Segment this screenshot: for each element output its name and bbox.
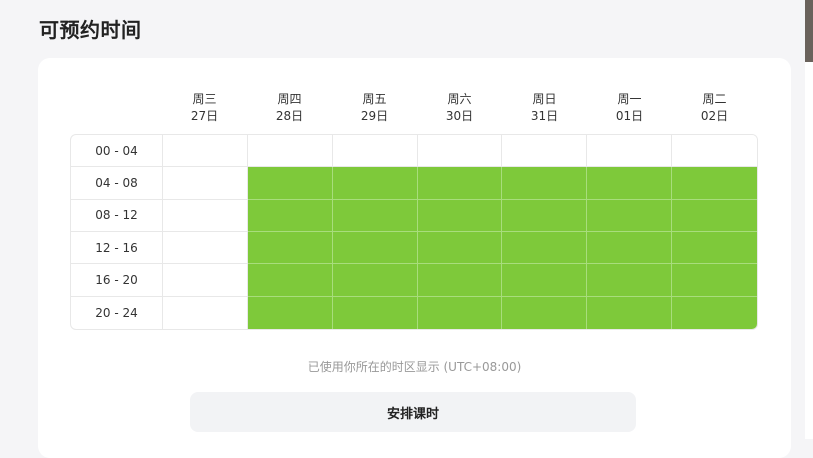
unavailable-slot[interactable] (332, 135, 418, 168)
availability-card: 周三 27日 周四 28日 周五 29日 周六 30日 周日 31日 周一 01日 周二 02日 00 -… (38, 58, 791, 458)
available-slot[interactable] (587, 264, 673, 297)
unavailable-slot[interactable] (247, 135, 333, 168)
day-weekday: 周日 (532, 92, 557, 106)
unavailable-slot[interactable] (163, 264, 248, 297)
available-slot[interactable] (587, 231, 673, 265)
available-slot[interactable] (502, 231, 588, 265)
available-slot[interactable] (672, 231, 757, 265)
unavailable-slot[interactable] (163, 167, 248, 200)
available-slot[interactable] (417, 296, 503, 329)
unavailable-slot[interactable] (587, 135, 673, 168)
day-date: 31日 (530, 109, 559, 123)
unavailable-slot[interactable] (417, 135, 503, 168)
available-slot[interactable] (247, 199, 333, 232)
available-slot[interactable] (502, 296, 588, 329)
available-slot[interactable] (332, 296, 418, 329)
time-slot-label: 20 - 24 (71, 296, 163, 329)
day-date: 27日 (190, 109, 219, 123)
available-slot[interactable] (332, 264, 418, 297)
day-header: 周二 02日 (672, 91, 757, 125)
timezone-note: 已使用你所在的时区显示 (UTC+08:00) (307, 360, 522, 374)
arrange-lessons-button[interactable]: 安排课时 (190, 392, 636, 432)
day-header: 周一 01日 (587, 91, 672, 125)
unavailable-slot[interactable] (163, 231, 248, 265)
available-slot[interactable] (247, 167, 333, 200)
right-edge-thumbnail (805, 0, 813, 62)
available-slot[interactable] (417, 264, 503, 297)
time-slot-label: 08 - 12 (71, 199, 163, 232)
day-header: 周四 28日 (247, 91, 332, 125)
day-header: 周三 27日 (162, 91, 247, 125)
available-slot[interactable] (247, 264, 333, 297)
unavailable-slot[interactable] (502, 135, 588, 168)
available-slot[interactable] (502, 199, 588, 232)
time-slot-label: 12 - 16 (71, 231, 163, 265)
available-slot[interactable] (502, 264, 588, 297)
time-slot-label: 00 - 04 (71, 135, 163, 168)
day-header: 周六 30日 (417, 91, 502, 125)
available-slot[interactable] (332, 231, 418, 265)
day-weekday: 周三 (192, 92, 217, 106)
available-slot[interactable] (587, 199, 673, 232)
unavailable-slot[interactable] (672, 135, 757, 168)
day-weekday: 周二 (702, 92, 727, 106)
available-slot[interactable] (417, 167, 503, 200)
available-slot[interactable] (502, 167, 588, 200)
day-weekday: 周五 (362, 92, 387, 106)
day-date: 29日 (360, 109, 389, 123)
day-date: 28日 (275, 109, 304, 123)
available-slot[interactable] (417, 199, 503, 232)
day-weekday: 周六 (447, 92, 472, 106)
unavailable-slot[interactable] (163, 135, 248, 168)
time-slot-label: 16 - 20 (71, 264, 163, 297)
unavailable-slot[interactable] (163, 199, 248, 232)
day-header: 周日 31日 (502, 91, 587, 125)
available-slot[interactable] (247, 231, 333, 265)
available-slot[interactable] (332, 199, 418, 232)
available-slot[interactable] (587, 167, 673, 200)
available-slot[interactable] (672, 264, 757, 297)
available-slot[interactable] (672, 296, 757, 329)
day-weekday: 周一 (617, 92, 642, 106)
right-edge-panel (805, 0, 813, 439)
available-slot[interactable] (332, 167, 418, 200)
day-date: 02日 (700, 109, 729, 123)
day-date: 30日 (445, 109, 474, 123)
available-slot[interactable] (247, 296, 333, 329)
available-slot[interactable] (587, 296, 673, 329)
day-date: 01日 (615, 109, 644, 123)
time-slot-label: 04 - 08 (71, 167, 163, 200)
availability-grid: 00 - 04 04 - 08 08 - 12 12 - 16 16 - 20 20 - … (70, 134, 758, 330)
day-header: 周五 29日 (332, 91, 417, 125)
available-slot[interactable] (672, 167, 757, 200)
day-weekday: 周四 (277, 92, 302, 106)
unavailable-slot[interactable] (163, 296, 248, 329)
available-slot[interactable] (417, 231, 503, 265)
available-slot[interactable] (672, 199, 757, 232)
page-title: 可预约时间 (39, 18, 142, 42)
